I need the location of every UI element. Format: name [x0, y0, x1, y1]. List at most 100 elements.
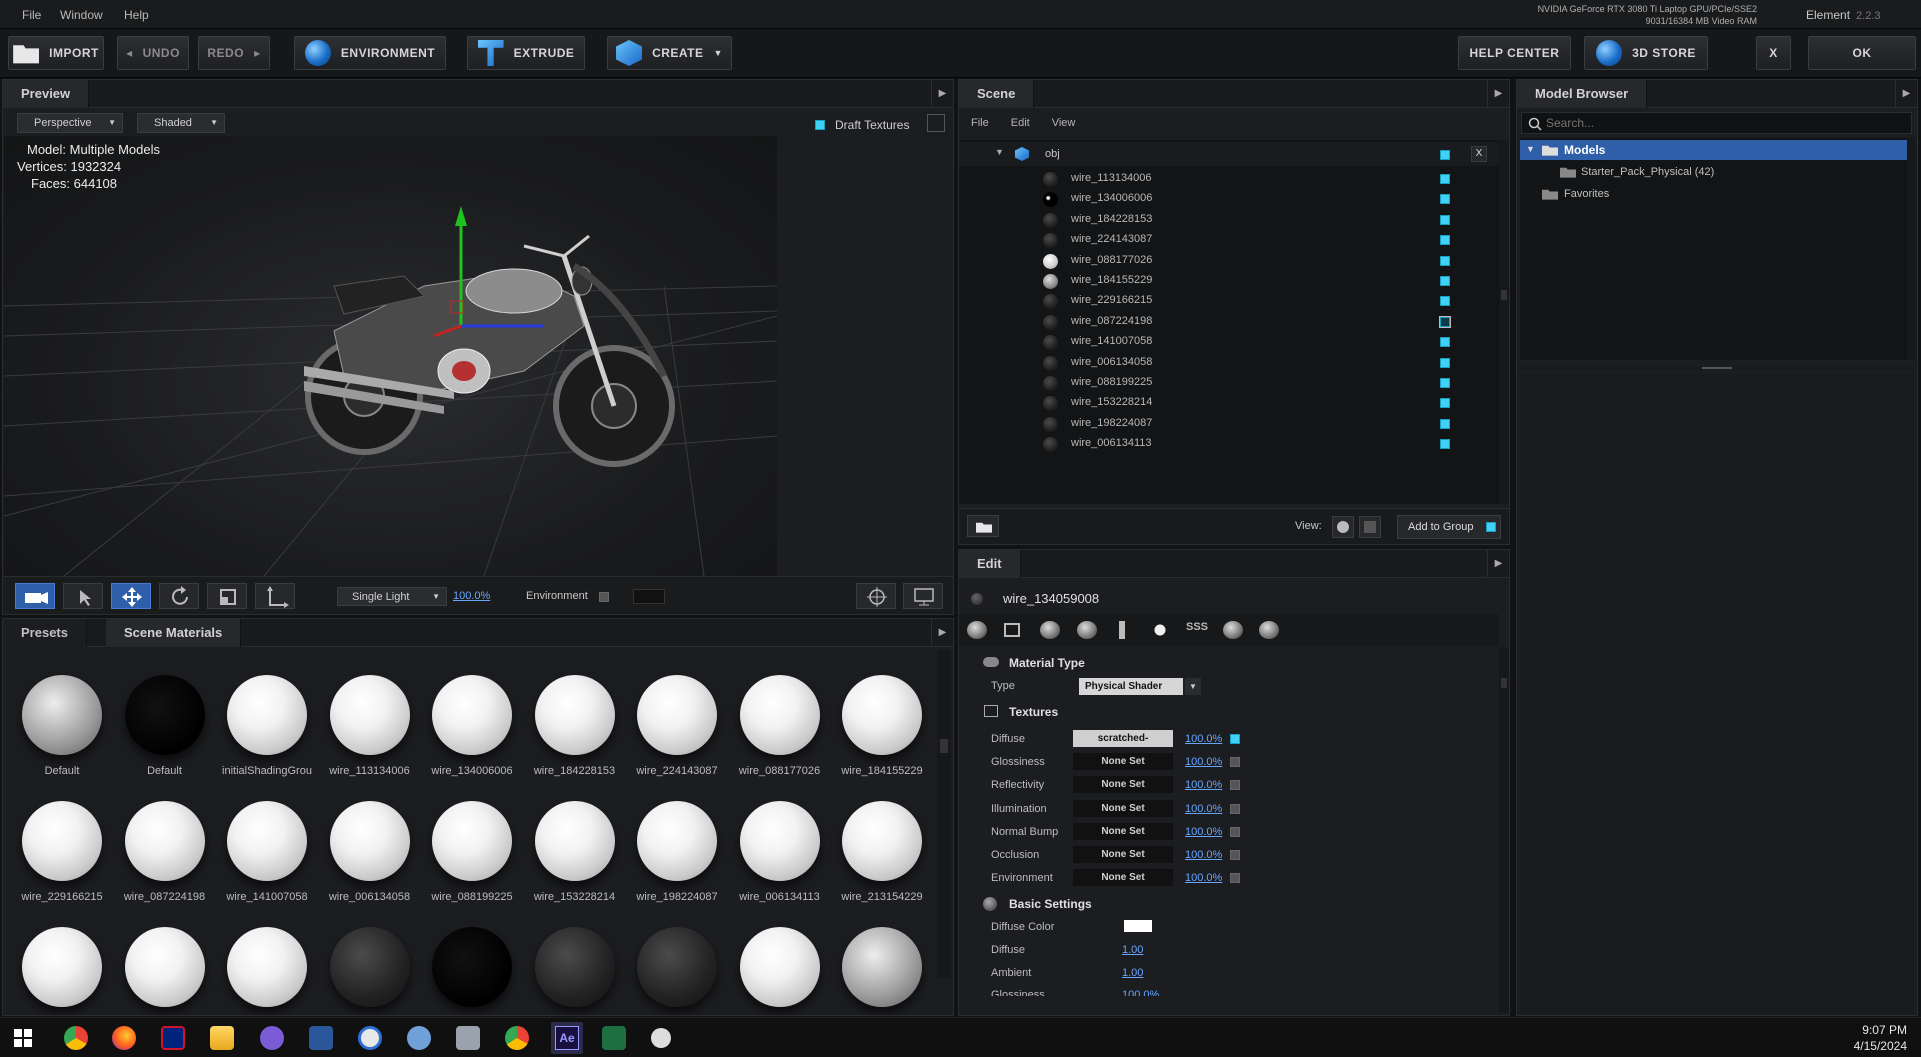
model-search-box[interactable] [1521, 112, 1912, 134]
import-button[interactable]: IMPORT [8, 36, 104, 70]
preview-collapse-icon[interactable]: ▶ [931, 80, 953, 108]
texture-strength[interactable]: 100.0% [1185, 803, 1222, 815]
material-swatch[interactable] [837, 927, 927, 1015]
texture-slot[interactable]: None Set [1073, 822, 1173, 840]
material-swatch[interactable] [120, 927, 210, 1015]
3d-store-button[interactable]: 3D STORE [1584, 36, 1708, 70]
scene-menu-edit[interactable]: Edit [1011, 117, 1030, 129]
gear-icon[interactable] [1259, 621, 1279, 639]
material-swatch[interactable] [325, 927, 415, 1015]
scale-tool-button[interactable] [207, 583, 247, 609]
tree-item-models[interactable]: ▼ Models [1520, 140, 1907, 160]
scene-menu-file[interactable]: File [971, 117, 989, 129]
menu-help[interactable]: Help [124, 8, 149, 22]
close-button[interactable]: X [1756, 36, 1791, 70]
after-effects-taskbar-button[interactable]: Ae [551, 1022, 583, 1054]
edit-collapse-icon[interactable]: ▶ [1487, 550, 1509, 578]
view-sphere-button[interactable] [1332, 516, 1354, 538]
scene-item-visibility[interactable] [1440, 255, 1450, 266]
scene-item-visibility[interactable] [1440, 174, 1450, 184]
scene-root-row[interactable]: ▼ obj X [959, 142, 1499, 166]
material-swatch[interactable] [632, 927, 722, 1015]
light-bulb-icon[interactable] [1149, 621, 1170, 639]
environment-button[interactable]: ENVIRONMENT [294, 36, 446, 70]
tab-scene-materials[interactable]: Scene Materials [106, 619, 242, 647]
excel-icon[interactable] [602, 1026, 626, 1050]
material-swatch[interactable]: wire_088177026 [735, 675, 825, 777]
fullscreen-icon[interactable] [927, 114, 945, 132]
type-dropdown[interactable]: Physical Shader ▼ [1079, 678, 1201, 695]
texture-enable-checkbox[interactable] [1230, 873, 1240, 884]
scroll-thumb[interactable] [940, 739, 948, 753]
viber-icon[interactable] [260, 1026, 284, 1050]
texture-strength[interactable]: 100.0% [1185, 872, 1222, 884]
camera-tool-button[interactable] [15, 583, 55, 609]
tab-scene[interactable]: Scene [959, 80, 1035, 108]
texture-strength[interactable]: 100.0% [1185, 756, 1222, 768]
settings-gear-icon[interactable] [651, 1028, 671, 1048]
scene-root-delete[interactable]: X [1471, 146, 1487, 162]
scene-item-visibility[interactable] [1440, 418, 1450, 429]
texture-enable-checkbox[interactable] [1230, 734, 1240, 744]
select-tool-button[interactable] [63, 583, 103, 609]
word-icon[interactable] [309, 1026, 333, 1050]
material-scrollbar[interactable] [937, 649, 951, 979]
reflect-icon[interactable] [1076, 621, 1097, 639]
system-clock[interactable]: 9:07 PM 4/15/2024 [1854, 1022, 1907, 1054]
material-swatch[interactable]: wire_229166215 [17, 801, 107, 903]
render-view-button[interactable] [903, 583, 943, 609]
expand-arrow-icon[interactable]: ▼ [1526, 144, 1535, 154]
material-swatch[interactable]: wire_006134058 [325, 801, 415, 903]
lighting-dropdown[interactable]: Single Light ▼ [337, 587, 447, 606]
menu-window[interactable]: Window [60, 8, 103, 22]
texture-slot[interactable]: None Set [1073, 869, 1173, 887]
generic-app-icon[interactable] [456, 1026, 480, 1050]
tree-item-favorites[interactable]: Favorites [1520, 184, 1907, 204]
scene-item-visibility[interactable] [1439, 315, 1451, 328]
material-swatch[interactable]: wire_006134113 [735, 801, 825, 903]
scene-item-visibility[interactable] [1440, 357, 1450, 368]
scene-collapse-icon[interactable]: ▶ [1487, 80, 1509, 108]
material-swatch[interactable]: wire_088199225 [427, 801, 517, 903]
app-icon[interactable] [358, 1026, 382, 1050]
light-intensity[interactable]: 100.0% [453, 590, 490, 602]
move-tool-button[interactable] [111, 583, 151, 609]
edit-scrollbar[interactable] [1499, 648, 1509, 1013]
diffuse-color-swatch[interactable] [1124, 920, 1152, 932]
texture-strength[interactable]: 100.0% [1185, 733, 1222, 745]
windows-start-icon[interactable] [14, 1029, 32, 1047]
material-swatch[interactable]: wire_113134006 [325, 675, 415, 777]
draft-textures-checkbox[interactable] [815, 120, 825, 130]
material-swatch[interactable]: wire_184228153 [530, 675, 620, 777]
shading-dropdown[interactable]: Shaded ▼ [137, 113, 225, 133]
scene-item[interactable]: wire_006134113 [959, 431, 1499, 456]
texture-strength[interactable]: 100.0% [1185, 849, 1222, 861]
tab-edit[interactable]: Edit [959, 550, 1021, 578]
sphere-icon[interactable] [967, 621, 987, 639]
texture-slot[interactable]: None Set [1073, 753, 1173, 771]
materials-collapse-icon[interactable]: ▶ [931, 619, 953, 647]
scene-scrollbar[interactable] [1499, 140, 1509, 504]
search-input[interactable] [1546, 115, 1906, 131]
scene-item-visibility[interactable] [1440, 235, 1450, 246]
undo-button[interactable]: ◂ UNDO [117, 36, 189, 70]
material-swatch[interactable]: wire_213154229 [837, 801, 927, 903]
scene-item-visibility[interactable] [1440, 337, 1450, 348]
material-swatch[interactable]: Default [120, 675, 210, 777]
view-mode-dropdown[interactable]: Perspective ▼ [17, 113, 123, 133]
texture-strength[interactable]: 100.0% [1185, 779, 1222, 791]
material-swatch[interactable]: initialShadingGrou [222, 675, 312, 777]
glossiness-value[interactable]: 100.0% [1122, 989, 1159, 996]
texture-enable-checkbox[interactable] [1230, 850, 1240, 860]
scene-item-visibility[interactable] [1440, 194, 1450, 205]
ambient-value[interactable]: 1.00 [1122, 967, 1143, 979]
material-swatch[interactable] [222, 927, 312, 1015]
shading-ball-icon[interactable] [1040, 621, 1060, 639]
scene-item-visibility[interactable] [1440, 296, 1450, 307]
texture-slot[interactable]: None Set [1073, 799, 1173, 817]
scene-item-visibility[interactable] [1440, 214, 1450, 225]
scroll-thumb[interactable] [1501, 678, 1507, 688]
add-to-group-button[interactable]: Add to Group [1397, 515, 1501, 539]
focus-target-button[interactable] [856, 583, 896, 609]
tab-preview[interactable]: Preview [3, 80, 90, 108]
